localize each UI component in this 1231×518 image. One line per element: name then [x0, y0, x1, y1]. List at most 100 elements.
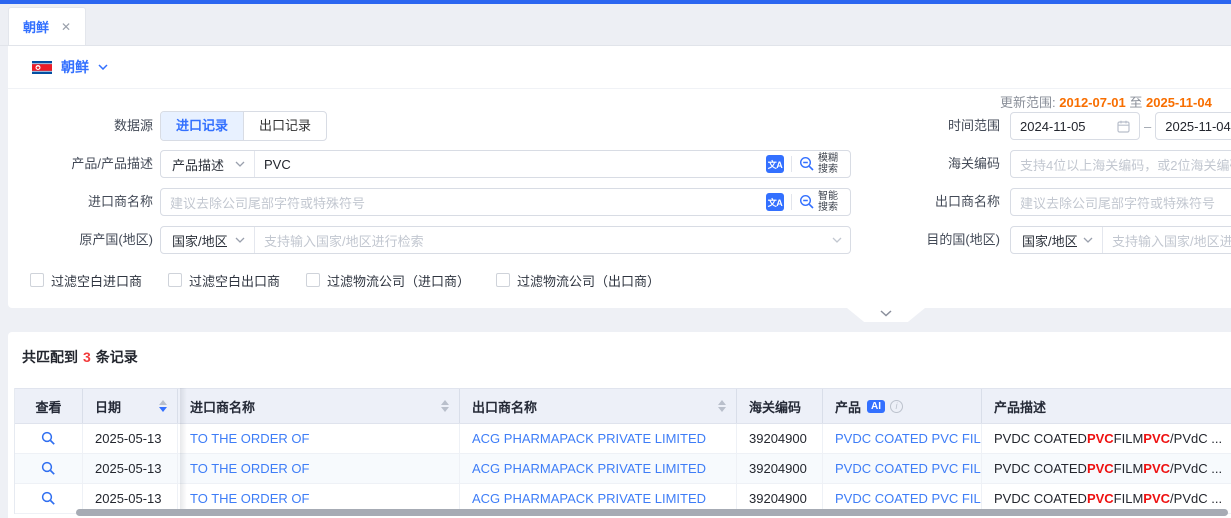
zoom-out-search-icon [799, 194, 815, 210]
time-range-end-input[interactable]: 2025-11-04 [1155, 112, 1231, 140]
checkbox-icon[interactable] [496, 273, 510, 287]
result-count: 3 [83, 349, 91, 365]
view-cell [15, 424, 83, 453]
destination-label: 目的国(地区) [858, 226, 1000, 254]
checkbox-icon[interactable] [168, 273, 182, 287]
time-range-separator: – [1140, 119, 1155, 134]
table-row: 2025-05-13TO THE ORDER OFACG PHARMAPACK … [15, 424, 1231, 454]
smart-search-button[interactable]: 智能搜索 [799, 191, 842, 213]
view-search-button[interactable] [41, 491, 56, 506]
product-link[interactable]: PVDC COATED PVC FIL... [823, 424, 982, 453]
sort-icon[interactable] [718, 400, 726, 412]
results-table: 查看 日期 进口商名称 出口商名称 海关编码 产品 AI i [14, 388, 1231, 514]
chevron-down-icon [235, 161, 245, 167]
sort-icon[interactable] [159, 400, 167, 412]
date-cell: 2025-05-13 [83, 454, 178, 483]
product-link[interactable]: PVDC COATED PVC FIL... [823, 454, 982, 483]
tab-label: 朝鲜 [23, 17, 49, 36]
collapse-button[interactable] [847, 308, 925, 322]
search-icon [41, 491, 56, 506]
th-exporter[interactable]: 出口商名称 [460, 389, 737, 423]
north-korea-flag-icon [32, 61, 52, 74]
product-input[interactable]: PVC [255, 157, 766, 172]
page-body: 朝鲜 更新范围: 2012-07-01 至 2025-11-04 数据源 进口记… [0, 46, 1231, 518]
translate-icon[interactable]: 文A [766, 193, 784, 211]
country-selector[interactable]: 朝鲜 [8, 46, 1231, 88]
product-type-select[interactable]: 产品描述 [161, 151, 255, 177]
divider [791, 194, 792, 210]
hs-code-cell: 39204900 [737, 424, 823, 453]
tab-north-korea[interactable]: 朝鲜 ✕ [8, 7, 86, 45]
translate-icon[interactable]: 文A [766, 155, 784, 173]
filter-row-source: 数据源 进口记录 出口记录 时间范围 2024-11-05 [8, 112, 1231, 140]
hs-code-input[interactable]: 支持4位以上海关编码，或2位海关编码加 [1010, 150, 1231, 178]
view-cell [15, 454, 83, 483]
importer-input[interactable]: 建议去除公司尾部字符或特殊符号 [161, 193, 766, 212]
exporter-link[interactable]: ACG PHARMAPACK PRIVATE LIMITED [460, 424, 737, 453]
destination-filter-group: 国家/地区 支持输入国家/地区进行检索 [1010, 226, 1231, 254]
importer-label: 进口商名称 [8, 188, 153, 216]
divider [791, 156, 792, 172]
filter-checkbox[interactable]: 过滤物流公司（进口商） [306, 271, 470, 290]
filter-checkbox-row: 过滤空白进口商 过滤空白出口商 过滤物流公司（进口商） 过滤物流公司（出口商） [30, 270, 660, 290]
export-records-button[interactable]: 出口记录 [243, 112, 326, 140]
checkbox-icon[interactable] [306, 273, 320, 287]
scrollbar-thumb[interactable] [76, 509, 1228, 516]
checkbox-label: 过滤空白出口商 [189, 271, 280, 290]
calendar-icon [1117, 120, 1130, 133]
table-row: 2025-05-13TO THE ORDER OFACG PHARMAPACK … [15, 454, 1231, 484]
update-range-end: 2025-11-04 [1146, 95, 1212, 110]
origin-country-select[interactable]: 国家/地区 [161, 227, 255, 253]
th-date[interactable]: 日期 [83, 389, 178, 423]
hs-code-cell: 39204900 [737, 454, 823, 483]
time-range-start-input[interactable]: 2024-11-05 [1010, 112, 1140, 140]
date-cell: 2025-05-13 [83, 424, 178, 453]
filter-row-product: 产品/产品描述 产品描述 PVC 文A [8, 150, 1231, 178]
table-body: 2025-05-13TO THE ORDER OFACG PHARMAPACK … [15, 424, 1231, 514]
data-source-toggle: 进口记录 出口记录 [160, 111, 327, 141]
import-records-button[interactable]: 进口记录 [161, 112, 243, 140]
origin-country-input[interactable]: 支持输入国家/地区进行检索 [255, 231, 832, 250]
chevron-down-icon[interactable] [832, 237, 842, 243]
filter-row-country: 原产国(地区) 国家/地区 支持输入国家/地区进行检索 [8, 226, 1231, 254]
filter-checkbox[interactable]: 过滤空白出口商 [168, 271, 280, 290]
exporter-link[interactable]: ACG PHARMAPACK PRIVATE LIMITED [460, 454, 737, 483]
filter-checkbox[interactable]: 过滤空白进口商 [30, 271, 142, 290]
chevron-down-icon [235, 237, 245, 243]
info-icon[interactable]: i [890, 400, 903, 413]
importer-filter-group: 建议去除公司尾部字符或特殊符号 文A 智能搜索 [160, 188, 851, 216]
exporter-input[interactable]: 建议去除公司尾部字符或特殊符号 [1010, 188, 1231, 216]
hs-code-label: 海关编码 [858, 150, 1000, 178]
view-search-button[interactable] [41, 461, 56, 476]
th-hs-code: 海关编码 [737, 389, 823, 423]
description-cell: PVDC COATED PVC FILM PVC/PVdC ... [982, 454, 1231, 483]
importer-link[interactable]: TO THE ORDER OF [178, 454, 460, 483]
update-range: 更新范围: 2012-07-01 至 2025-11-04 [1000, 92, 1212, 111]
checkbox-label: 过滤物流公司（进口商） [327, 271, 470, 290]
filter-checkbox[interactable]: 过滤物流公司（出口商） [496, 271, 660, 290]
destination-country-input[interactable]: 支持输入国家/地区进行检索 [1103, 231, 1231, 250]
product-filter-group: 产品描述 PVC 文A [160, 150, 851, 178]
close-icon[interactable]: ✕ [61, 20, 71, 34]
country-name: 朝鲜 [61, 57, 89, 77]
view-search-button[interactable] [41, 431, 56, 446]
fuzzy-search-button[interactable]: 模糊搜索 [799, 153, 842, 175]
destination-country-select[interactable]: 国家/地区 [1011, 227, 1103, 253]
exporter-label: 出口商名称 [858, 188, 1000, 216]
importer-link[interactable]: TO THE ORDER OF [178, 424, 460, 453]
table-header-row: 查看 日期 进口商名称 出口商名称 海关编码 产品 AI i [15, 388, 1231, 424]
th-importer[interactable]: 进口商名称 [178, 389, 460, 423]
chevron-down-icon [98, 64, 108, 70]
checkbox-label: 过滤空白进口商 [51, 271, 142, 290]
checkbox-icon[interactable] [30, 273, 44, 287]
sort-icon[interactable] [441, 400, 449, 412]
filter-row-company: 进口商名称 建议去除公司尾部字符或特殊符号 文A 智能搜索 [8, 188, 1231, 216]
search-icon [41, 431, 56, 446]
origin-label: 原产国(地区) [8, 226, 153, 254]
tab-bar: 朝鲜 ✕ [0, 4, 1231, 46]
results-panel: 共匹配到3条记录 查看 日期 进口商名称 出口商名称 海关编码 [8, 332, 1231, 518]
description-cell: PVDC COATED PVC FILM PVC/PVdC ... [982, 424, 1231, 453]
data-source-label: 数据源 [8, 112, 153, 140]
th-product: 产品 AI i [823, 389, 982, 423]
divider [8, 88, 1231, 89]
